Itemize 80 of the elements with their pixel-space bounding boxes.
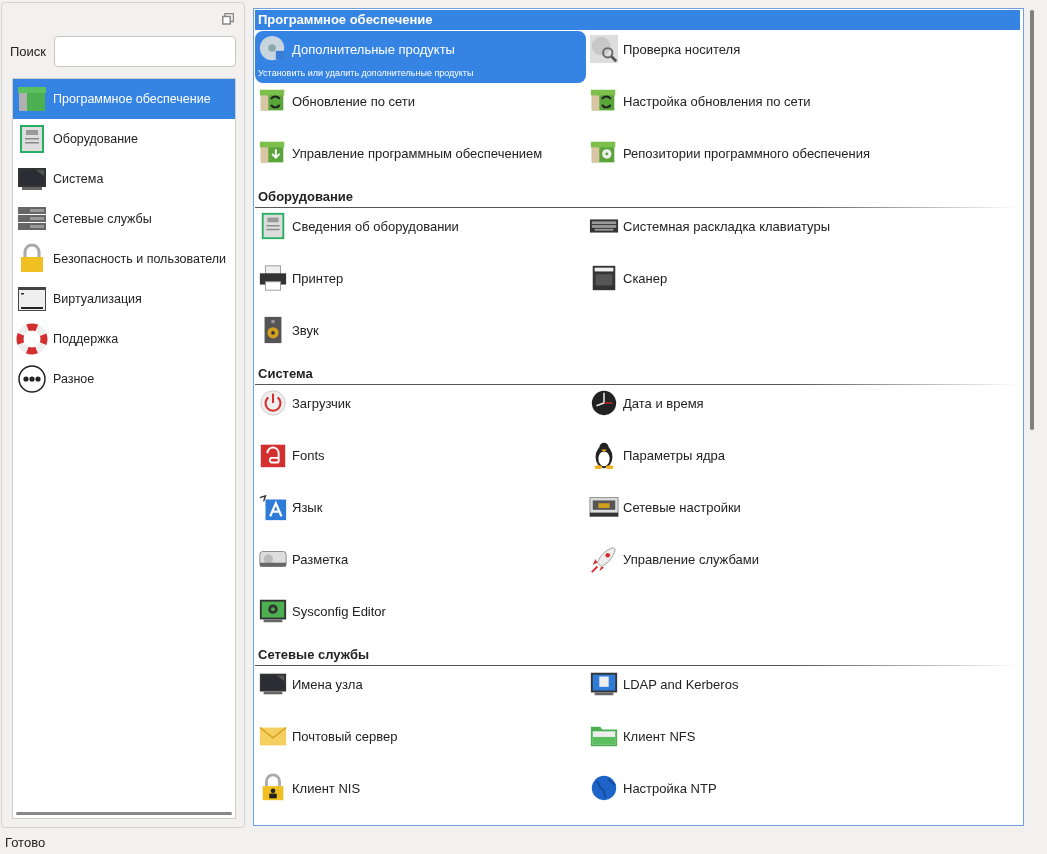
module-item[interactable]: LDAP and Kerberos <box>586 666 917 718</box>
module-item[interactable]: Дата и время <box>586 385 917 437</box>
module-label: LDAP and Kerberos <box>623 676 739 692</box>
lifebuoy-icon <box>16 323 48 355</box>
search-field[interactable] <box>54 36 236 67</box>
printer-icon <box>258 263 288 293</box>
category-item[interactable]: Разное <box>13 359 235 399</box>
module-label: Имена узла <box>292 676 363 692</box>
module-item[interactable]: Разметка <box>255 541 586 593</box>
module-item[interactable]: Сведения об оборудовании <box>255 208 586 260</box>
category-item[interactable]: Оборудование <box>13 119 235 159</box>
module-label: Репозитории программного обеспечения <box>623 145 870 161</box>
module-label: Настройка обновления по сети <box>623 93 811 109</box>
module-item[interactable]: Клиент NFS <box>586 718 917 770</box>
module-label: Звук <box>292 322 319 338</box>
module-label: Управление службами <box>623 551 760 567</box>
module-item[interactable]: Управление службами <box>586 541 917 593</box>
category-item[interactable]: Поддержка <box>13 319 235 359</box>
module-label: Принтер <box>292 270 344 286</box>
category-item[interactable]: Сетевые службы <box>13 199 235 239</box>
module-label: Язык <box>292 499 323 515</box>
module-item[interactable]: Проверка носителя <box>586 31 917 83</box>
search-label: Поиск <box>10 44 48 59</box>
horizontal-scrollbar[interactable] <box>16 812 232 815</box>
module-label: Разметка <box>292 551 349 567</box>
module-item[interactable]: Fonts <box>255 437 586 489</box>
module-label: Управление программным обеспечением <box>292 145 543 161</box>
module-label: Дополнительные продукты <box>292 41 455 57</box>
module-item[interactable]: Системная раскладка клавиатуры <box>586 208 917 260</box>
module-label: Клиент NFS <box>623 728 696 744</box>
module-label: Клиент NIS <box>292 780 361 796</box>
module-label: Fonts <box>292 447 325 463</box>
module-label: Сканер <box>623 270 668 286</box>
vertical-scrollbar[interactable] <box>1030 10 1034 430</box>
module-label: Системная раскладка клавиатуры <box>623 218 830 234</box>
disc-magnifier-icon <box>589 34 619 64</box>
module-item[interactable]: Почтовый сервер <box>255 718 586 770</box>
module-item[interactable]: Sysconfig Editor <box>255 593 586 645</box>
module-item[interactable]: Настройка обновления по сети <box>586 83 917 135</box>
module-label: Почтовый сервер <box>292 728 398 744</box>
module-label: Sysconfig Editor <box>292 603 386 619</box>
clock-icon <box>589 388 619 418</box>
section-header: Система <box>255 364 1020 385</box>
category-item[interactable]: Система <box>13 159 235 199</box>
module-item[interactable]: Дополнительные продукты Установить или удалить дополнительные продукты <box>255 31 586 83</box>
module-item[interactable]: Клиент NIS <box>255 770 586 822</box>
globe-icon <box>589 773 619 803</box>
module-label: Параметры ядра <box>623 447 725 463</box>
module-label: Настройка NTP <box>623 780 717 796</box>
module-label: Проверка носителя <box>623 41 741 57</box>
module-item[interactable]: Настройка NTP <box>586 770 917 822</box>
module-item[interactable]: Сетевые настройки <box>586 489 917 541</box>
module-label: Обновление по сети <box>292 93 416 109</box>
module-item[interactable]: Язык <box>255 489 586 541</box>
restore-window-icon[interactable] <box>222 12 234 25</box>
section-header: Программное обеспечение <box>255 10 1020 31</box>
section-header: Сетевые службы <box>255 645 1020 666</box>
module-item[interactable]: Принтер <box>255 260 586 312</box>
module-label: Сведения об оборудовании <box>292 218 459 234</box>
module-item[interactable]: Звук <box>255 312 586 364</box>
section-header: Оборудование <box>255 187 1020 208</box>
module-item[interactable]: Репозитории программного обеспечения <box>586 135 917 187</box>
category-item[interactable]: Программное обеспечение <box>13 79 235 119</box>
status-text: Готово <box>5 835 46 850</box>
module-item[interactable]: Управление программным обеспечением <box>255 135 586 187</box>
module-item[interactable]: Имена узла <box>255 666 586 718</box>
module-label: Сетевые настройки <box>623 499 741 515</box>
module-item[interactable]: Сканер <box>586 260 917 312</box>
module-item[interactable]: Обновление по сети <box>255 83 586 135</box>
rocket-icon <box>589 544 619 574</box>
category-item[interactable]: Безопасность и пользователи <box>13 239 235 279</box>
category-item[interactable]: Виртуализация <box>13 279 235 319</box>
module-item[interactable]: Загрузчик <box>255 385 586 437</box>
language-icon <box>258 492 288 522</box>
ellipsis-icon <box>16 363 48 395</box>
module-item[interactable]: Параметры ядра <box>586 437 917 489</box>
module-label: Загрузчик <box>292 395 351 411</box>
module-description: Установить или удалить дополнительные продукты <box>258 68 475 78</box>
power-icon <box>258 388 288 418</box>
module-label: Дата и время <box>623 395 704 411</box>
